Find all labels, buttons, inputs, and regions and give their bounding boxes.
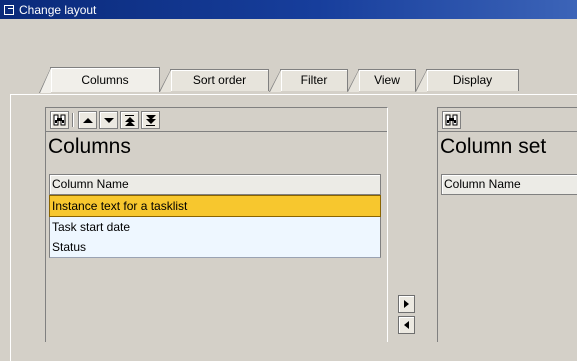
tab-sort-order[interactable]: Sort order	[159, 69, 269, 92]
window-title: Change layout	[19, 2, 97, 17]
find-icon[interactable]	[50, 111, 69, 129]
move-down-icon[interactable]	[99, 111, 118, 129]
move-up-icon[interactable]	[78, 111, 97, 129]
tab-columns-label: Columns	[81, 73, 129, 87]
move-right-icon[interactable]	[398, 295, 415, 313]
left-panel-title: Columns	[48, 135, 131, 158]
tab-strip: Columns Sort order Filter View Display	[0, 67, 577, 94]
tab-filter[interactable]: Filter	[269, 69, 348, 92]
column-name-header[interactable]: Column Name	[441, 174, 577, 195]
tab-view-label: View	[374, 73, 400, 87]
left-toolbar	[46, 108, 387, 132]
right-toolbar	[438, 108, 577, 132]
column-set-list[interactable]: Column Name	[441, 174, 577, 342]
list-item[interactable]: Status	[49, 237, 381, 258]
list-item[interactable]: Instance text for a tasklist	[49, 195, 381, 217]
right-panel-title: Column set	[440, 135, 547, 158]
column-name-header[interactable]: Column Name	[49, 174, 381, 195]
tab-sort-order-label: Sort order	[192, 73, 247, 87]
layout-window-icon	[4, 4, 16, 15]
available-columns-list[interactable]: Column Name Instance text for a tasklist…	[49, 174, 381, 342]
available-columns-panel: Columns Column Name Instance text for a …	[45, 107, 388, 342]
move-bottom-icon[interactable]	[141, 111, 160, 129]
move-left-icon[interactable]	[398, 316, 415, 334]
tab-display-label: Display	[452, 73, 493, 87]
toolbar-separator	[72, 113, 73, 127]
window-title-bar[interactable]: Change layout	[0, 0, 577, 19]
column-set-panel: Column set Column Name	[437, 107, 577, 342]
dialog-body: Columns Sort order Filter View Display C…	[0, 19, 577, 361]
tab-view[interactable]: View	[347, 69, 416, 92]
tab-columns[interactable]: Columns	[39, 67, 160, 93]
move-top-icon[interactable]	[120, 111, 139, 129]
tab-filter-label: Filter	[300, 73, 328, 87]
find-icon[interactable]	[442, 111, 461, 129]
list-item[interactable]: Task start date	[49, 217, 381, 237]
tab-display[interactable]: Display	[415, 69, 519, 92]
